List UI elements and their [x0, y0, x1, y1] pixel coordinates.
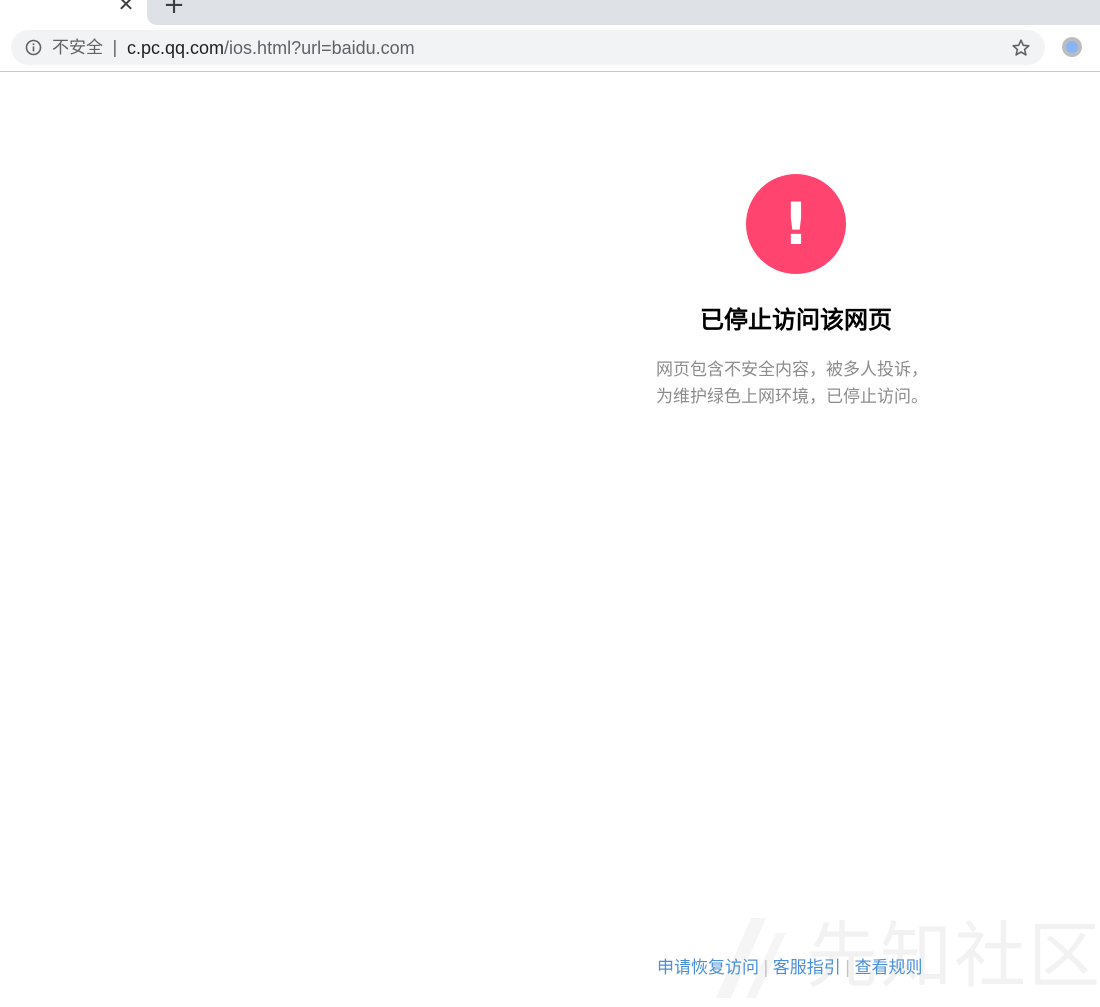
url-path: /ios.html?url=baidu.com	[224, 38, 415, 58]
alert-exclamation: !	[783, 190, 809, 258]
view-rules-link[interactable]: 查看规则	[854, 958, 922, 978]
page-title: 已停止访问该网页	[700, 306, 892, 334]
new-tab-button[interactable]: +	[162, 0, 186, 18]
bookmark-star-icon[interactable]	[1011, 38, 1031, 58]
footer-separator: |	[763, 958, 769, 978]
tab-strip: ✕ +	[0, 0, 1100, 25]
footer-separator: |	[844, 958, 851, 978]
footer-links: 申请恢复访问 | 客服指引 | 查看规则	[657, 956, 922, 980]
description-line: 为维护绿色上网环境，已停止访问。	[656, 387, 928, 407]
info-icon[interactable]	[25, 39, 42, 56]
address-bar[interactable]: 不安全 | c.pc.qq.com/ios.html?url=baidu.com	[11, 30, 1045, 65]
security-status-label[interactable]: 不安全	[52, 38, 103, 58]
close-tab-icon[interactable]: ✕	[116, 0, 136, 16]
description-line: 网页包含不安全内容，被多人投诉，	[656, 360, 928, 380]
page-content: ! 已停止访问该网页 网页包含不安全内容，被多人投诉， 为维护绿色上网环境，已停…	[0, 73, 1100, 1003]
active-tab[interactable]: ✕	[0, 0, 157, 25]
url-text[interactable]: c.pc.qq.com/ios.html?url=baidu.com	[127, 37, 415, 59]
security-separator: |	[112, 38, 118, 58]
url-host: c.pc.qq.com	[127, 38, 225, 58]
page-description: 网页包含不安全内容，被多人投诉， 为维护绿色上网环境，已停止访问。	[656, 357, 956, 411]
warning-alert-icon: !	[746, 174, 846, 274]
profile-avatar-icon[interactable]	[1061, 36, 1083, 58]
request-restore-access-link[interactable]: 申请恢复访问	[657, 958, 759, 978]
browser-toolbar: 不安全 | c.pc.qq.com/ios.html?url=baidu.com	[0, 25, 1100, 72]
customer-service-guide-link[interactable]: 客服指引	[773, 958, 841, 978]
